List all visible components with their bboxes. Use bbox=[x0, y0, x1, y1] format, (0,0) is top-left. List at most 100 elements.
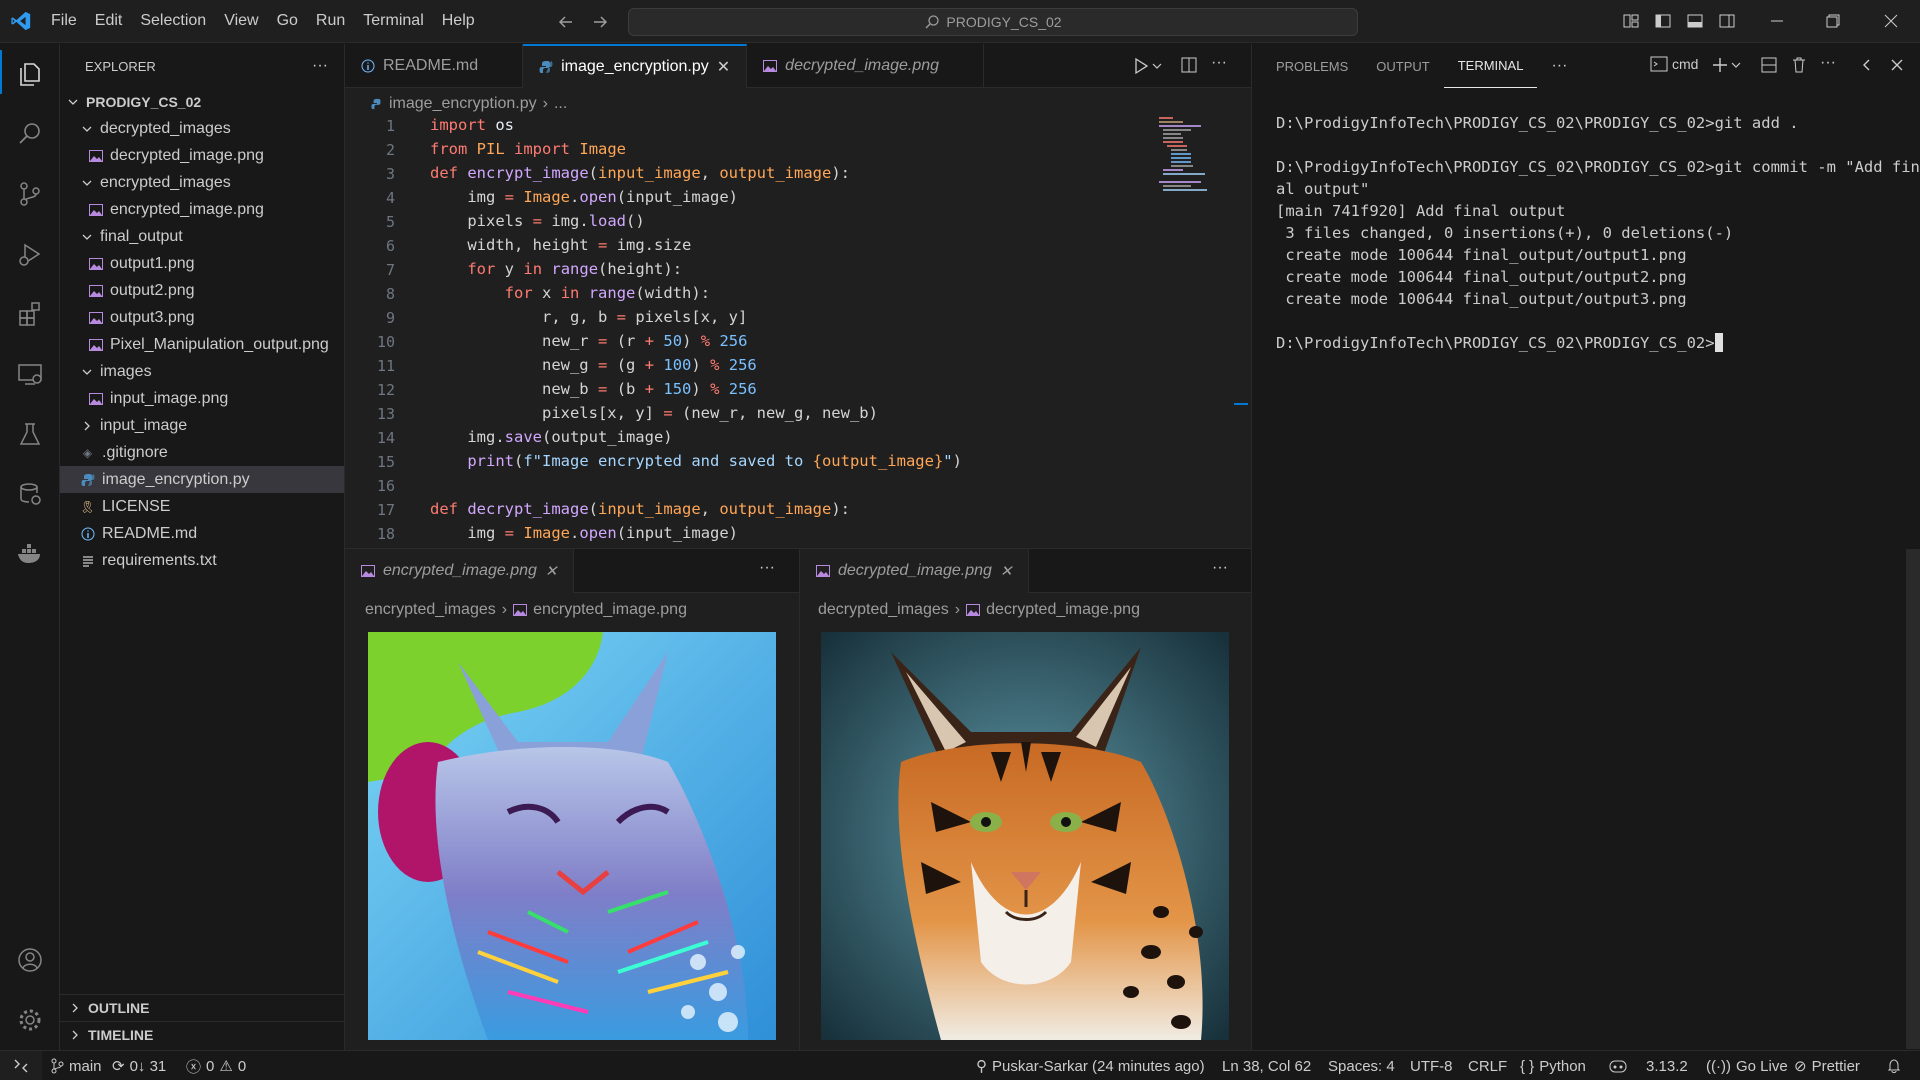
back-arrow-icon[interactable] bbox=[556, 12, 576, 32]
tab-decrypted-image[interactable]: decrypted_image.png bbox=[747, 44, 985, 88]
file-gitignore[interactable]: ◈ .gitignore bbox=[60, 439, 344, 466]
tab-terminal[interactable]: TERMINAL bbox=[1443, 44, 1538, 88]
minimize-icon[interactable] bbox=[1768, 12, 1786, 30]
python-version[interactable]: 3.13.2 bbox=[1646, 1051, 1688, 1080]
menu-selection[interactable]: Selection bbox=[131, 12, 215, 30]
file-readme[interactable]: README.md bbox=[60, 520, 344, 547]
file-encrypted-image[interactable]: encrypted_image.png bbox=[60, 196, 344, 223]
folder-images[interactable]: images bbox=[60, 358, 344, 385]
breadcrumb-more[interactable]: ... bbox=[554, 95, 567, 113]
menu-run[interactable]: Run bbox=[307, 12, 354, 30]
copilot-icon[interactable] bbox=[1608, 1051, 1628, 1080]
menu-edit[interactable]: Edit bbox=[86, 12, 132, 30]
new-terminal-icon[interactable] bbox=[1712, 56, 1744, 74]
split-editor-icon[interactable] bbox=[1180, 56, 1198, 74]
close-panel-icon[interactable] bbox=[1888, 56, 1906, 74]
workspace-root[interactable]: PRODIGY_CS_02 bbox=[60, 88, 344, 115]
timeline-section[interactable]: TIMELINE bbox=[60, 1021, 344, 1047]
breadcrumb-file[interactable]: encrypted_image.png bbox=[533, 601, 687, 619]
file-output2[interactable]: output2.png bbox=[60, 277, 344, 304]
minimap[interactable] bbox=[1157, 116, 1217, 196]
file-input-image[interactable]: input_image.png bbox=[60, 385, 344, 412]
explorer-icon[interactable] bbox=[0, 48, 60, 100]
run-debug-icon[interactable] bbox=[0, 228, 60, 280]
source-control-icon[interactable] bbox=[0, 168, 60, 220]
close-tab-icon[interactable]: ✕ bbox=[545, 562, 558, 580]
tab-readme[interactable]: README.md bbox=[345, 44, 524, 88]
prettier-indicator[interactable]: ⊘ Prettier bbox=[1794, 1051, 1860, 1080]
toggle-panel-icon[interactable] bbox=[1686, 12, 1704, 30]
search-icon[interactable] bbox=[0, 108, 60, 160]
tab-encrypted-image[interactable]: encrypted_image.png ✕ bbox=[345, 549, 575, 593]
go-live-button[interactable]: ((·)) Go Live bbox=[1706, 1051, 1788, 1080]
outline-section[interactable]: OUTLINE bbox=[60, 994, 344, 1020]
database-icon[interactable] bbox=[0, 468, 60, 520]
breadcrumb-file[interactable]: image_encryption.py bbox=[389, 95, 537, 113]
indentation[interactable]: Spaces: 4 bbox=[1328, 1051, 1395, 1080]
tab-image-encryption[interactable]: image_encryption.py ✕ bbox=[523, 44, 748, 88]
menu-view[interactable]: View bbox=[215, 12, 267, 30]
panel-more-icon[interactable]: ··· bbox=[1537, 44, 1581, 88]
accounts-icon[interactable] bbox=[0, 934, 60, 986]
file-license[interactable]: 🎗 LICENSE bbox=[60, 493, 344, 520]
editor-more-icon[interactable]: ··· bbox=[1212, 559, 1228, 577]
split-terminal-icon[interactable] bbox=[1760, 56, 1778, 74]
terminal-prompt[interactable]: D:\ProdigyInfoTech\PRODIGY_CS_02\PRODIGY… bbox=[1276, 332, 1723, 354]
customize-layout-icon[interactable] bbox=[1622, 12, 1640, 30]
code-editor[interactable]: image_encryption.py › ... 1 2 3 4 5 6 7 … bbox=[345, 88, 1251, 548]
close-tab-icon[interactable]: ✕ bbox=[717, 57, 730, 77]
encoding[interactable]: UTF-8 bbox=[1410, 1051, 1453, 1080]
menu-go[interactable]: Go bbox=[268, 12, 307, 30]
menu-file[interactable]: File bbox=[42, 12, 86, 30]
restore-icon[interactable] bbox=[1824, 12, 1842, 30]
terminal-shell-selector[interactable]: cmd bbox=[1650, 56, 1698, 72]
problems-indicator[interactable]: ⓧ 0 ⚠ 0 bbox=[186, 1051, 246, 1080]
blame-indicator[interactable]: ⚲ Puskar-Sarkar (24 minutes ago) bbox=[976, 1051, 1205, 1080]
breadcrumb-folder[interactable]: encrypted_images bbox=[365, 601, 496, 619]
file-requirements[interactable]: requirements.txt bbox=[60, 547, 344, 574]
breadcrumb-folder[interactable]: decrypted_images bbox=[818, 601, 949, 619]
toggle-secondary-sidebar-icon[interactable] bbox=[1718, 12, 1736, 30]
file-pixel-manipulation-output[interactable]: Pixel_Manipulation_output.png bbox=[60, 331, 344, 358]
terminal-more-icon[interactable]: ··· bbox=[1820, 54, 1836, 72]
settings-gear-icon[interactable] bbox=[0, 994, 60, 1046]
testing-icon[interactable] bbox=[0, 408, 60, 460]
extensions-icon[interactable] bbox=[0, 288, 60, 340]
docker-icon[interactable] bbox=[0, 528, 60, 580]
remote-explorer-icon[interactable] bbox=[0, 348, 60, 400]
breadcrumb-file[interactable]: decrypted_image.png bbox=[986, 601, 1140, 619]
more-actions-icon[interactable]: ··· bbox=[312, 57, 328, 75]
editor-more-icon[interactable]: ··· bbox=[1211, 54, 1227, 72]
close-tab-icon[interactable]: ✕ bbox=[1000, 562, 1013, 580]
close-window-icon[interactable] bbox=[1882, 12, 1900, 30]
remote-indicator[interactable] bbox=[0, 1051, 42, 1080]
trash-icon[interactable] bbox=[1790, 56, 1808, 74]
command-center-search[interactable]: PRODIGY_CS_02 bbox=[628, 8, 1358, 36]
file-image-encryption-py[interactable]: image_encryption.py bbox=[60, 466, 344, 493]
sync-indicator[interactable]: ⟳ 0↓ 31 bbox=[112, 1051, 166, 1080]
language-mode[interactable]: { } Python bbox=[1520, 1051, 1586, 1080]
branch-indicator[interactable]: main bbox=[50, 1051, 102, 1080]
tab-decrypted-image-preview[interactable]: decrypted_image.png ✕ bbox=[800, 549, 1030, 593]
folder-decrypted-images[interactable]: decrypted_images bbox=[60, 115, 344, 142]
folder-encrypted-images[interactable]: encrypted_images bbox=[60, 169, 344, 196]
tab-problems[interactable]: PROBLEMS bbox=[1262, 44, 1362, 88]
folder-final-output[interactable]: final_output bbox=[60, 223, 344, 250]
file-output3[interactable]: output3.png bbox=[60, 304, 344, 331]
chevron-left-icon[interactable] bbox=[1858, 56, 1876, 74]
cursor-position[interactable]: Ln 38, Col 62 bbox=[1222, 1051, 1311, 1080]
terminal-scrollbar[interactable] bbox=[1906, 549, 1920, 1049]
menu-terminal[interactable]: Terminal bbox=[354, 12, 432, 30]
file-decrypted-image[interactable]: decrypted_image.png bbox=[60, 142, 344, 169]
notifications-bell-icon[interactable] bbox=[1886, 1051, 1902, 1080]
tab-output[interactable]: OUTPUT bbox=[1362, 44, 1443, 88]
run-python-icon[interactable] bbox=[1133, 56, 1163, 76]
toggle-sidebar-icon[interactable] bbox=[1654, 12, 1672, 30]
end-of-line[interactable]: CRLF bbox=[1468, 1051, 1507, 1080]
file-output1[interactable]: output1.png bbox=[60, 250, 344, 277]
folder-input-image[interactable]: input_image bbox=[60, 412, 344, 439]
menu-help[interactable]: Help bbox=[433, 12, 484, 30]
code-token: in bbox=[523, 260, 543, 278]
editor-more-icon[interactable]: ··· bbox=[759, 559, 775, 577]
forward-arrow-icon[interactable] bbox=[590, 12, 610, 32]
